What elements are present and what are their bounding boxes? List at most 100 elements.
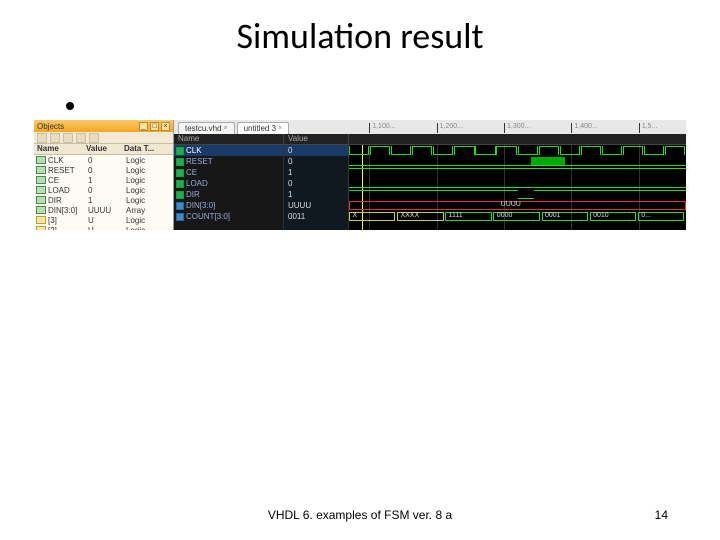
wave-plot[interactable]: UUUUXXXXX11110000000100100... bbox=[349, 145, 686, 230]
wave-signal-row[interactable]: LOAD bbox=[174, 178, 283, 189]
close-button[interactable]: × bbox=[161, 122, 170, 131]
obj-name: DIN[3:0] bbox=[48, 206, 88, 215]
wave-load bbox=[349, 178, 686, 189]
wave-dir bbox=[349, 189, 686, 200]
wave-signal-name: RESET bbox=[186, 157, 213, 166]
obj-type: Logic bbox=[126, 166, 173, 175]
wave-count: XXXXX11110000000100100... bbox=[349, 211, 686, 222]
object-row[interactable]: RESET0Logic bbox=[34, 165, 173, 175]
object-row[interactable]: DIR1Logic bbox=[34, 195, 173, 205]
wave-time-ruler bbox=[349, 134, 686, 144]
col-name[interactable]: Name bbox=[34, 144, 86, 154]
object-row[interactable]: DIN[3:0]UUUUArray bbox=[34, 205, 173, 215]
wave-tab[interactable]: testcu.vhd× bbox=[178, 122, 235, 134]
toolbar-icon[interactable] bbox=[89, 133, 99, 143]
signal-icon bbox=[36, 156, 46, 164]
wave-signal-row[interactable]: DIN[3:0] bbox=[174, 200, 283, 211]
time-tick bbox=[437, 123, 440, 133]
obj-value: 0 bbox=[88, 166, 126, 175]
wave-col-name[interactable]: Name bbox=[174, 134, 284, 144]
obj-value: U bbox=[88, 226, 126, 231]
minimize-button[interactable]: _ bbox=[139, 122, 148, 131]
tab-close-icon[interactable]: × bbox=[223, 125, 227, 132]
obj-type: Logic bbox=[126, 216, 173, 225]
signal-icon bbox=[36, 206, 46, 214]
time-tick bbox=[504, 123, 507, 133]
toolbar-icon[interactable] bbox=[63, 133, 73, 143]
objects-column-header: Name Value Data T... bbox=[34, 144, 173, 155]
wave-signal-icon bbox=[176, 169, 184, 177]
wave-signal-row[interactable]: CE bbox=[174, 167, 283, 178]
object-row[interactable]: LOAD0Logic bbox=[34, 185, 173, 195]
signal-icon bbox=[36, 196, 46, 204]
wave-signal-icon bbox=[176, 180, 184, 188]
obj-value: 1 bbox=[88, 196, 126, 205]
maximize-button[interactable]: □ bbox=[150, 122, 159, 131]
slide-footer: VHDL 6. examples of FSM ver. 8 a bbox=[0, 508, 720, 522]
objects-title: Objects bbox=[37, 122, 64, 131]
obj-value: 0 bbox=[88, 186, 126, 195]
wave-signal-icon bbox=[176, 191, 184, 199]
waveform-panel: testcu.vhd×untitled 3× Name Value CLKRES… bbox=[174, 120, 686, 230]
object-row[interactable]: [2]ULogic bbox=[34, 225, 173, 230]
objects-panel: Objects _ □ × Name Value Data T... CLK0L… bbox=[34, 120, 174, 230]
wave-reset bbox=[349, 156, 686, 167]
wave-signal-icon bbox=[176, 202, 184, 210]
wave-signal-row[interactable]: RESET bbox=[174, 156, 283, 167]
wave-signal-name: CE bbox=[186, 168, 197, 177]
wave-signal-row[interactable]: COUNT[3:0] bbox=[174, 211, 283, 222]
wave-value-cell: 0011 bbox=[284, 211, 348, 222]
wave-din: UUUU bbox=[349, 200, 686, 211]
wave-signal-name: DIR bbox=[186, 190, 200, 199]
wave-signal-name: CLK bbox=[186, 146, 202, 155]
wave-ce bbox=[349, 167, 686, 178]
obj-name: DIR bbox=[48, 196, 88, 205]
objects-toolbar bbox=[34, 132, 173, 144]
obj-value: UUUU bbox=[88, 206, 126, 215]
toolbar-icon[interactable] bbox=[76, 133, 86, 143]
signal-icon bbox=[36, 186, 46, 194]
signal-icon bbox=[36, 176, 46, 184]
wave-value-cell: 0 bbox=[284, 145, 348, 156]
obj-type: Logic bbox=[126, 176, 173, 185]
tab-close-icon[interactable]: × bbox=[278, 125, 282, 132]
time-tick bbox=[369, 123, 372, 133]
obj-type: Array bbox=[126, 206, 173, 215]
time-tick bbox=[639, 123, 642, 133]
toolbar-icon[interactable] bbox=[37, 133, 47, 143]
tab-label: testcu.vhd bbox=[185, 124, 221, 133]
objects-list: CLK0LogicRESET0LogicCE1LogicLOAD0LogicDI… bbox=[34, 155, 173, 230]
obj-type: Logic bbox=[126, 196, 173, 205]
wave-signal-name: DIN[3:0] bbox=[186, 201, 215, 210]
object-row[interactable]: [3]ULogic bbox=[34, 215, 173, 225]
wave-values-col: 00101UUUU0011 bbox=[284, 145, 349, 230]
col-value[interactable]: Value bbox=[86, 144, 124, 154]
page-number: 14 bbox=[655, 508, 668, 522]
obj-name: [3] bbox=[48, 216, 88, 225]
col-type[interactable]: Data T... bbox=[124, 144, 173, 154]
wave-signal-row[interactable]: CLK bbox=[174, 145, 283, 156]
wave-tab[interactable]: untitled 3× bbox=[237, 122, 290, 134]
wave-value-cell: 1 bbox=[284, 167, 348, 178]
object-row[interactable]: CE1Logic bbox=[34, 175, 173, 185]
obj-name: CLK bbox=[48, 156, 88, 165]
obj-value: U bbox=[88, 216, 126, 225]
window-buttons: _ □ × bbox=[139, 122, 170, 131]
time-tick bbox=[571, 123, 574, 133]
toolbar-icon[interactable] bbox=[50, 133, 60, 143]
object-row[interactable]: CLK0Logic bbox=[34, 155, 173, 165]
obj-value: 1 bbox=[88, 176, 126, 185]
wave-signal-row[interactable]: DIR bbox=[174, 189, 283, 200]
wave-col-value[interactable]: Value bbox=[284, 134, 349, 144]
obj-type: Logic bbox=[126, 226, 173, 231]
wave-signal-icon bbox=[176, 158, 184, 166]
wave-signal-icon bbox=[176, 147, 184, 155]
tab-label: untitled 3 bbox=[244, 124, 276, 133]
wave-header: Name Value bbox=[174, 134, 686, 145]
signal-icon bbox=[36, 216, 46, 224]
wave-signal-name: COUNT[3:0] bbox=[186, 212, 230, 221]
obj-name: CE bbox=[48, 176, 88, 185]
obj-name: LOAD bbox=[48, 186, 88, 195]
obj-type: Logic bbox=[126, 186, 173, 195]
wave-tabs: testcu.vhd×untitled 3× bbox=[174, 120, 686, 134]
